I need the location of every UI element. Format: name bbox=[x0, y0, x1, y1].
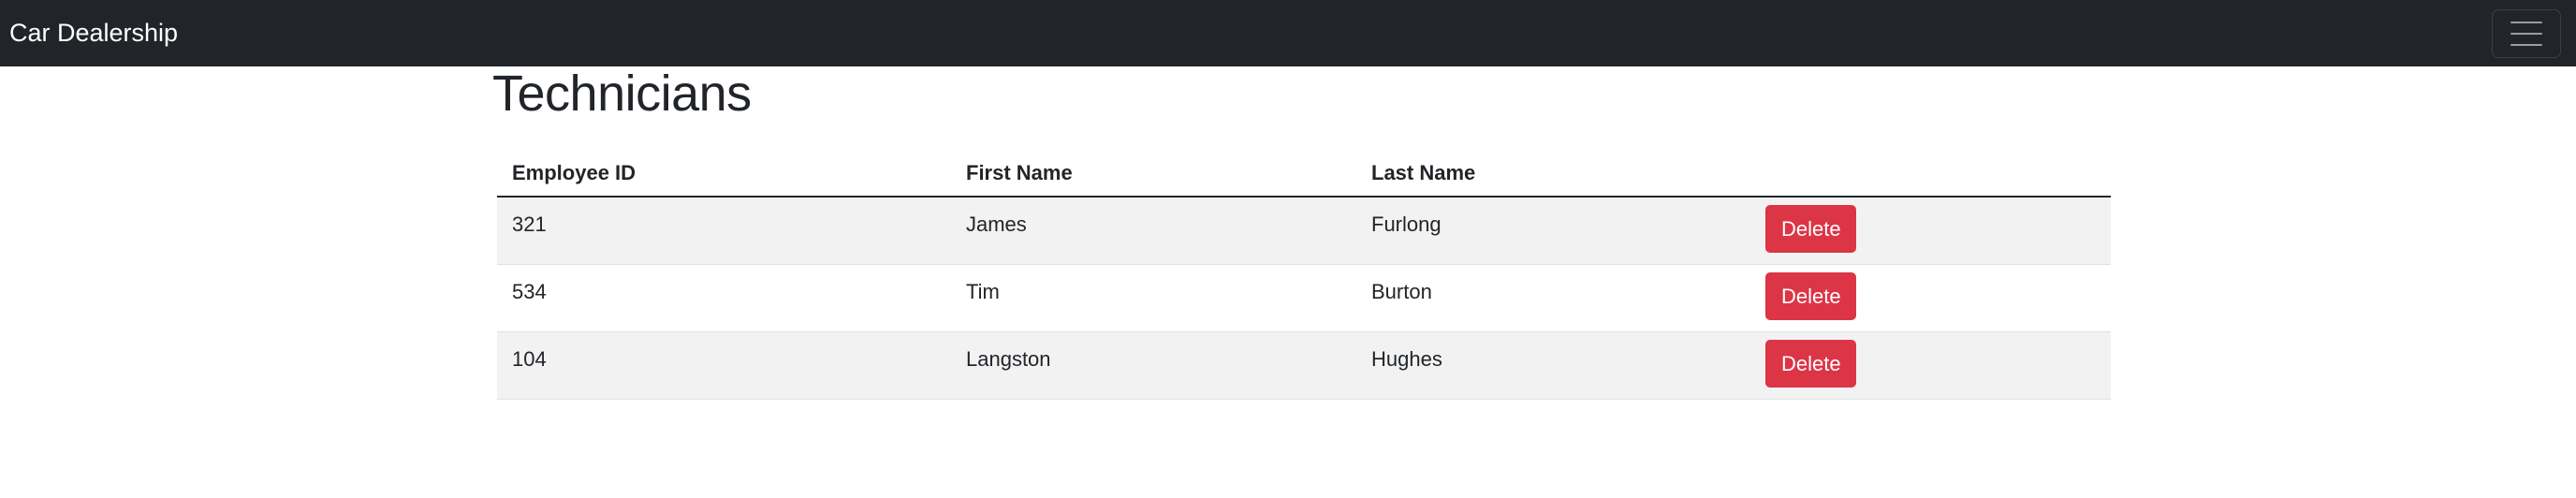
cell-employee-id: 534 bbox=[497, 264, 951, 332]
column-header-first-name: First Name bbox=[951, 150, 1356, 198]
cell-employee-id: 321 bbox=[497, 197, 951, 265]
cell-first-name: James bbox=[951, 197, 1356, 265]
table-header-row: Employee ID First Name Last Name bbox=[497, 150, 2111, 198]
delete-button[interactable]: Delete bbox=[1765, 205, 1856, 253]
table-body: 321 James Furlong Delete 534 Tim Burton … bbox=[497, 197, 2111, 400]
cell-last-name: Hughes bbox=[1356, 331, 1754, 400]
main-container: Technicians Employee ID First Name Last … bbox=[492, 66, 2115, 400]
navbar-toggler-button[interactable] bbox=[2492, 8, 2561, 58]
cell-first-name: Tim bbox=[951, 264, 1356, 332]
delete-button[interactable]: Delete bbox=[1765, 339, 1856, 388]
cell-first-name: Langston bbox=[951, 331, 1356, 400]
hamburger-menu-icon bbox=[2510, 21, 2542, 46]
technicians-table: Employee ID First Name Last Name 321 Jam… bbox=[497, 150, 2111, 400]
table-header: Employee ID First Name Last Name bbox=[497, 150, 2111, 198]
cell-employee-id: 104 bbox=[497, 331, 951, 400]
cell-action: Delete bbox=[1754, 197, 2111, 265]
column-header-last-name: Last Name bbox=[1356, 150, 1754, 198]
delete-button[interactable]: Delete bbox=[1765, 271, 1856, 320]
table-row: 534 Tim Burton Delete bbox=[497, 264, 2111, 332]
table-row: 104 Langston Hughes Delete bbox=[497, 331, 2111, 400]
cell-last-name: Furlong bbox=[1356, 197, 1754, 265]
cell-action: Delete bbox=[1754, 264, 2111, 332]
navbar: Car Dealership bbox=[0, 0, 2576, 66]
cell-action: Delete bbox=[1754, 331, 2111, 400]
navbar-brand[interactable]: Car Dealership bbox=[9, 21, 178, 46]
page-title: Technicians bbox=[492, 66, 752, 122]
column-header-employee-id: Employee ID bbox=[497, 150, 951, 198]
cell-last-name: Burton bbox=[1356, 264, 1754, 332]
table-row: 321 James Furlong Delete bbox=[497, 197, 2111, 265]
column-header-actions bbox=[1754, 150, 2111, 198]
